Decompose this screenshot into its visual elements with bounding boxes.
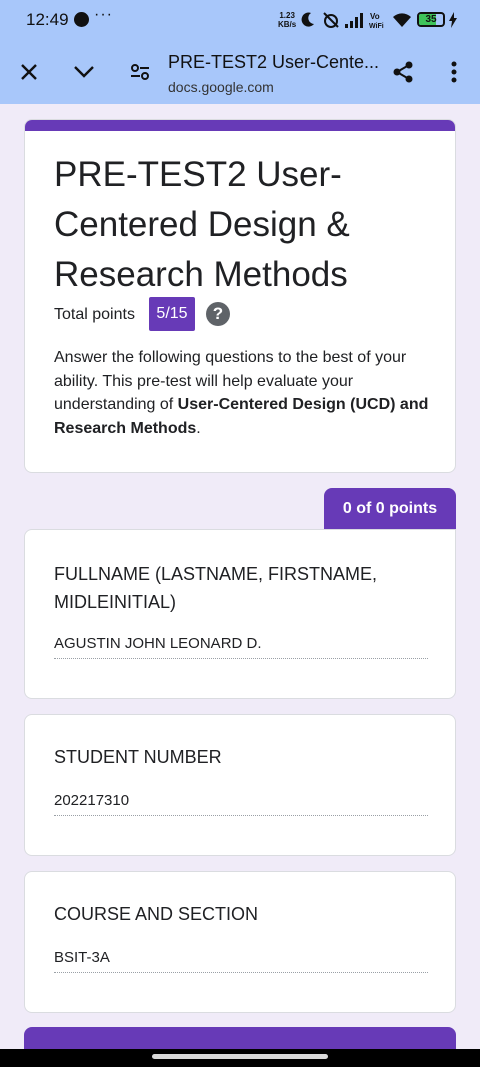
more-vert-icon (451, 61, 457, 83)
accent-band (25, 120, 455, 131)
question-card: COURSE AND SECTION BSIT-3A (24, 871, 456, 1013)
share-icon (393, 61, 413, 83)
clock: 12:49 (26, 10, 69, 29)
question-answer: BSIT-3A (54, 949, 428, 973)
status-bar: 12:49 ··· 1.23 KB/s Vo WiFi 35 (0, 0, 480, 42)
form-header-card: PRE-TEST2 User-Centered Design & Researc… (24, 119, 456, 473)
question-answer: 202217310 (54, 792, 428, 816)
vowifi-icon: Vo WiFi (369, 12, 384, 29)
form-title: PRE-TEST2 User-Centered Design & Researc… (54, 155, 350, 294)
question-title: FULLNAME (LASTNAME, FIRSTNAME, MIDLEINIT… (54, 564, 378, 612)
help-icon[interactable]: ? (206, 302, 230, 326)
more-notifications-icon: ··· (94, 6, 113, 23)
close-icon (21, 64, 37, 80)
tune-icon (131, 64, 149, 80)
form-description: Answer the following questions to the be… (54, 349, 429, 437)
share-button[interactable] (383, 52, 423, 92)
question-title: STUDENT NUMBER (54, 747, 222, 767)
chevron-down-icon (74, 66, 94, 78)
total-points-badge: 5/15 (149, 297, 195, 331)
wifi-icon (393, 13, 411, 27)
do-not-disturb-icon (301, 12, 314, 27)
page-url: docs.google.com (168, 79, 274, 95)
more-options-button[interactable] (434, 52, 474, 92)
page-title: PRE-TEST2 User-Cente... (168, 52, 380, 72)
navigation-bar (0, 1049, 480, 1067)
svg-text:Vo: Vo (370, 12, 380, 21)
svg-text:WiFi: WiFi (369, 23, 384, 29)
question-card: FULLNAME (LASTNAME, FIRSTNAME, MIDLEINIT… (24, 529, 456, 699)
section-points-badge: 0 of 0 points (324, 488, 456, 529)
question-answer: AGUSTIN JOHN LEONARD D. (54, 635, 428, 659)
close-button[interactable] (9, 52, 49, 92)
total-points-label: Total points (54, 306, 135, 323)
minimize-button[interactable] (64, 52, 104, 92)
messenger-icon (74, 12, 89, 27)
question-card: STUDENT NUMBER 202217310 (24, 714, 456, 856)
charging-icon (449, 12, 457, 28)
question-title: COURSE AND SECTION (54, 904, 259, 924)
home-gesture-handle[interactable] (152, 1054, 328, 1059)
network-speed: 1.23 KB/s (278, 11, 297, 29)
alarm-off-icon (323, 12, 339, 28)
site-settings-button[interactable] (120, 52, 160, 92)
battery-icon: 35 (417, 12, 445, 27)
signal-icon (345, 13, 363, 28)
custom-tab-toolbar: PRE-TEST2 User-Cente... docs.google.com (0, 42, 480, 104)
